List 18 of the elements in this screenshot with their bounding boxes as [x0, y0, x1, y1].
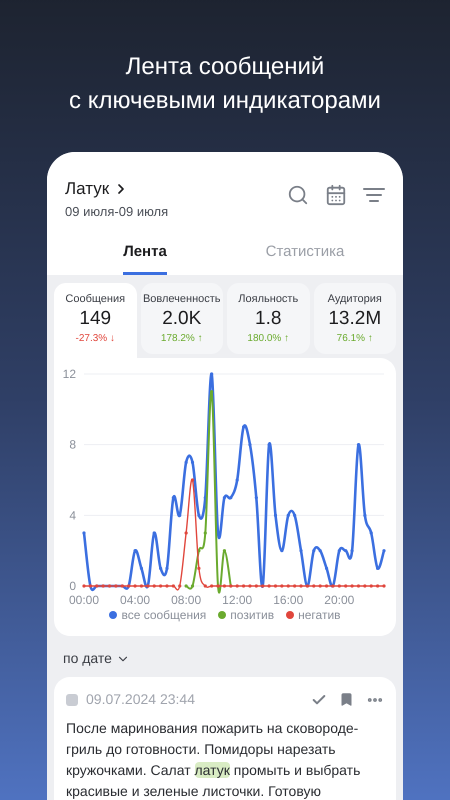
- x-tick-label: 12:00: [222, 593, 252, 606]
- x-tick-label: 20:00: [324, 593, 354, 606]
- post-text: После маринования пожарить на сковороде-гриль до готовности. Помидоры нарезать кружочками. Салат латук промыть и выбрать красивые и зеленые листочки. Готовую: [66, 719, 362, 800]
- x-tick-label: 16:00: [273, 593, 304, 606]
- legend-label: все сообщения: [121, 607, 206, 624]
- y-tick-label: 4: [69, 508, 76, 522]
- post-datetime: 09.07.2024 23:44: [86, 690, 195, 709]
- y-tick-label: 12: [62, 367, 76, 381]
- x-tick-label: 00:00: [68, 593, 100, 606]
- headline: с ключевыми индикаторами: [69, 86, 381, 116]
- y-tick-label: 0: [69, 579, 76, 593]
- x-tick-label: 04:00: [120, 593, 150, 606]
- y-tick-label: 8: [69, 438, 76, 452]
- x-tick-label: 08:00: [171, 593, 202, 606]
- legend-label: негатив: [298, 607, 341, 624]
- date-range: 09 июля-09 июля: [65, 202, 168, 220]
- headline: Лента сообщений: [126, 52, 324, 82]
- legend-label: позитив: [230, 607, 274, 624]
